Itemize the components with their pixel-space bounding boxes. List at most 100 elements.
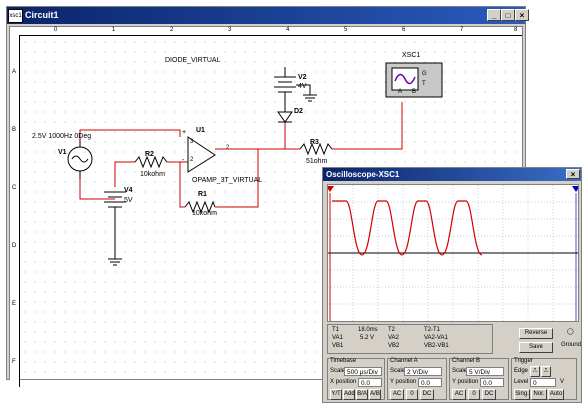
cursor-t2-marker (572, 186, 580, 192)
vb1-label: VB1 (332, 343, 344, 349)
v2-battery-icon (274, 76, 296, 93)
window-title: Circuit1 (25, 10, 59, 20)
sine-icon (71, 155, 89, 163)
rising-edge-icon[interactable]: ⎍ (530, 366, 540, 377)
xsc1-label: XSC1 (402, 52, 421, 59)
ground-icon (108, 207, 122, 266)
channel-b-scale-label: Scale (452, 368, 468, 374)
t1-label: T1 (332, 327, 340, 333)
timebase-scale-field[interactable]: 500 μs/Div (344, 367, 382, 376)
scope-graph (326, 185, 580, 321)
d2-label: D2 (294, 108, 303, 115)
channel-a-scale-label: Scale (390, 368, 406, 374)
circuit-title-bar[interactable]: xsc1 Circuit1 _ □ × (7, 7, 529, 24)
channel-b-ypos-field[interactable]: 0.0 (480, 378, 504, 387)
save-button[interactable]: Save (519, 342, 553, 353)
v4-label: V4 (124, 187, 133, 194)
falling-edge-icon[interactable]: ⎍ (541, 366, 551, 377)
pin-3: 3 (190, 139, 194, 145)
r1-label: R1 (198, 191, 207, 198)
level-label: Level (514, 379, 529, 385)
single-button[interactable]: Sing. (514, 389, 530, 400)
d2-diode (277, 111, 293, 123)
channel-a-ypos-field[interactable]: 0.0 (418, 378, 442, 387)
maximize-button[interactable]: □ (501, 9, 515, 21)
minimize-button[interactable]: _ (487, 9, 501, 21)
wire-v4-r2 (114, 161, 135, 187)
r2-label: R2 (145, 151, 154, 158)
r1-value: 10kohm (192, 210, 217, 217)
channel-a-ac-button[interactable]: AC (390, 389, 404, 400)
ba-button[interactable]: B/A (356, 389, 368, 400)
r3-label: R3 (310, 139, 319, 146)
window-icon[interactable]: xsc1 (8, 9, 23, 23)
r2-value: 10kohm (140, 171, 165, 178)
pin-plus: + (182, 129, 187, 136)
channel-b-panel: Channel B Scale 5 V/Div Y position 0.0 A… (449, 358, 509, 400)
channel-b-zero-button[interactable]: 0 (468, 389, 480, 400)
vb2-vb1-label: VB2-VB1 (424, 343, 449, 349)
wire-feedback-left (179, 162, 185, 208)
timebase-header: Timebase (330, 358, 357, 364)
auto-button[interactable]: Auto (548, 389, 564, 400)
channel-a-scale-field[interactable]: 2 V/Div (404, 367, 442, 376)
wire-v1-opamp-plus (79, 129, 181, 139)
timebase-panel: Timebase Scale 500 μs/Div X position 0.0… (327, 358, 385, 400)
cursor-readout: T1 VA1 VB1 18.0ms 5.2 V T2 VA2 VB2 T2-T1… (327, 324, 493, 354)
x-position-label: X position (330, 379, 357, 385)
ab-button[interactable]: A/B (369, 389, 381, 400)
channel-a-zero-button[interactable]: 0 (406, 389, 418, 400)
edge-label: Edge (514, 368, 529, 374)
channel-b-scale-field[interactable]: 5 V/Div (466, 367, 504, 376)
timebase-scale-label: Scale (330, 368, 346, 374)
yt-button[interactable]: Y/T (330, 389, 342, 400)
xsc1-t: T (422, 81, 426, 87)
u1-model: OPAMP_3T_VIRTUAL (192, 177, 263, 184)
channel-a-ypos-label: Y position (390, 379, 417, 385)
r3-value: 51ohm (306, 158, 328, 165)
vb2-label: VB2 (388, 343, 400, 349)
add-button[interactable]: Add (343, 389, 355, 400)
channel-b-ypos-label: Y position (452, 379, 479, 385)
x-position-field[interactable]: 0.0 (358, 378, 382, 387)
v2-value: 4V (298, 83, 307, 90)
channel-b-dc-button[interactable]: DC (482, 389, 496, 400)
xsc1-b: B (412, 89, 417, 95)
ground-radio[interactable]: ◯ (567, 328, 574, 335)
scope-title-bar[interactable]: Oscilloscope-XSC1 × (323, 168, 581, 181)
t1-va1: 5.2 V (360, 335, 375, 341)
t2-label: T2 (388, 327, 396, 333)
wire-v1-bottom (79, 179, 115, 200)
va2-va1-label: VA2-VA1 (424, 335, 448, 341)
wire-r3-scope (332, 102, 403, 150)
u1-label: U1 (196, 127, 205, 134)
channel-a-dc-button[interactable]: DC (420, 389, 434, 400)
scope-title: Oscilloscope-XSC1 (326, 170, 400, 179)
close-button[interactable]: × (515, 9, 529, 21)
normal-button[interactable]: Nor. (531, 389, 547, 400)
scope-close-button[interactable]: × (566, 169, 580, 179)
trigger-panel: Trigger Edge ⎍ ⎍ Level 0 V Sing. Nor. Au… (511, 358, 577, 400)
channel-a-panel: Channel A Scale 2 V/Div Y position 0.0 A… (387, 358, 447, 400)
ground-label: Ground (561, 342, 582, 348)
channel-b-header: Channel B (452, 358, 481, 364)
level-field[interactable]: 0 (530, 378, 556, 387)
channel-b-ac-button[interactable]: AC (452, 389, 466, 400)
trigger-header: Trigger (514, 358, 533, 364)
level-unit: V (560, 379, 565, 385)
scope-display[interactable] (326, 184, 580, 322)
oscilloscope-window: Oscilloscope-XSC1 × T1 VA1 VB1 18.0ms 5.… (322, 167, 582, 403)
pin-2: 2 (190, 157, 194, 163)
va2-label: VA2 (388, 335, 399, 341)
diff-label: T2-T1 (424, 327, 441, 333)
diode-title: DIODE_VIRTUAL (165, 57, 221, 64)
v4-value: 5V (124, 197, 133, 204)
reverse-button[interactable]: Reverse (519, 328, 553, 339)
pin-minus: - (182, 157, 185, 164)
t1-time: 18.0ms (358, 327, 378, 333)
xsc1-g: G (422, 71, 427, 77)
channel-a-header: Channel A (390, 358, 418, 364)
v1-value: 2.5V 1000Hz 0Deg (32, 133, 92, 140)
va1-label: VA1 (332, 335, 343, 341)
channel-a-trace (332, 200, 483, 256)
